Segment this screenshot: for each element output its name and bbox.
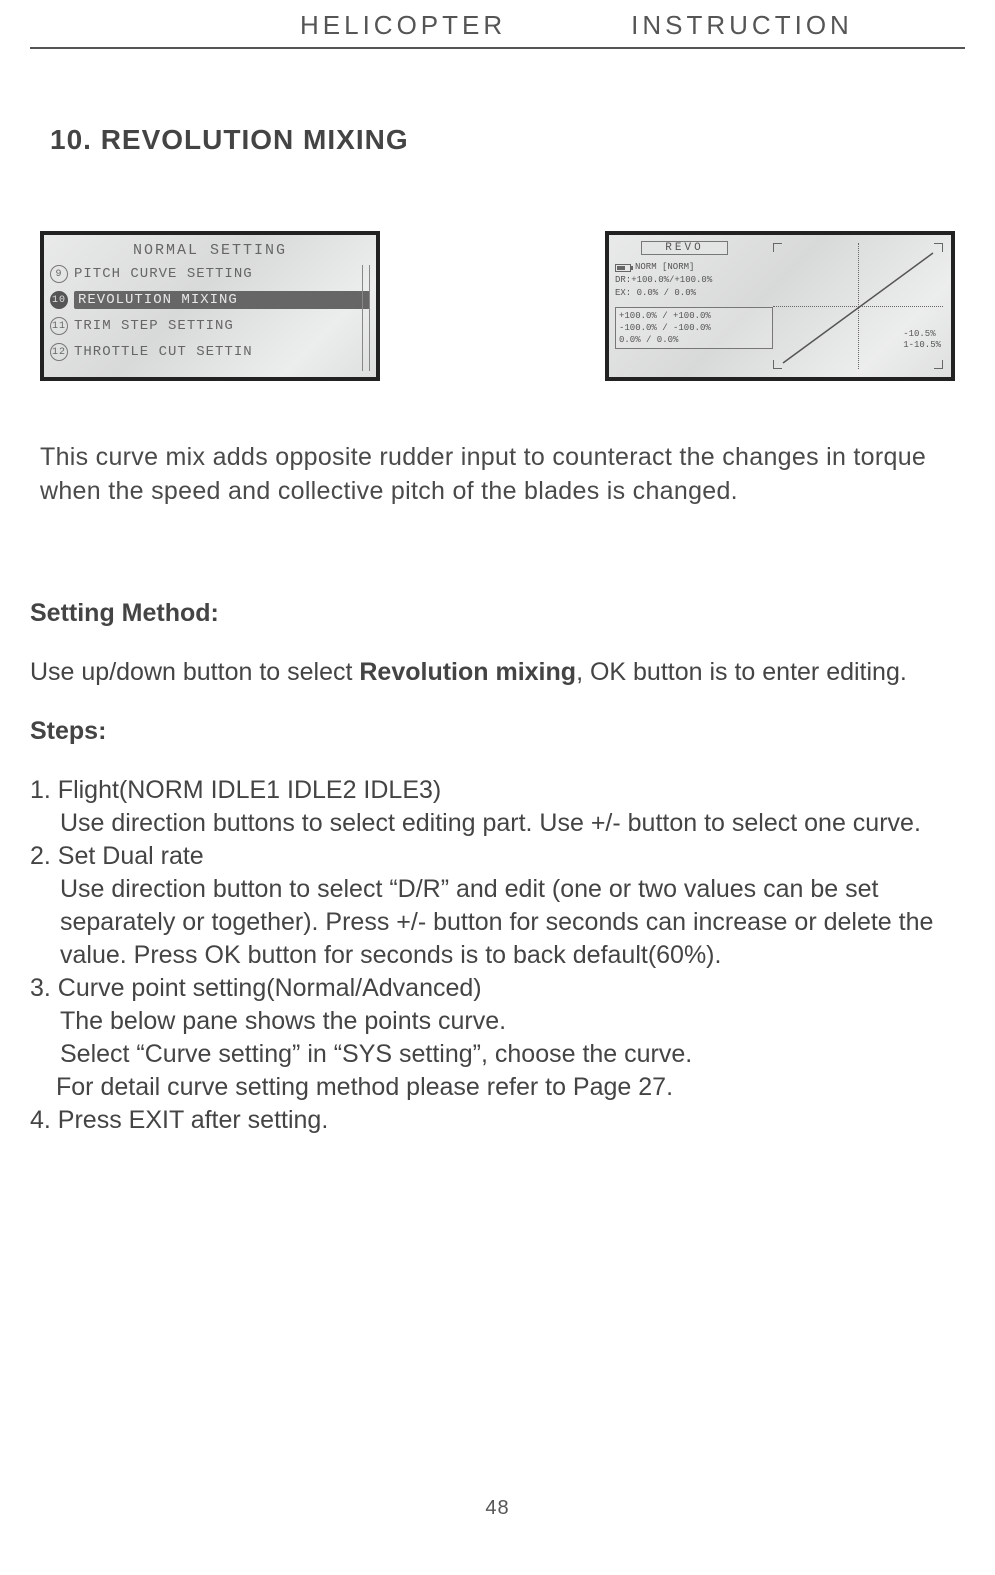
menu-item-12: 12 THROTTLE CUT SETTIN xyxy=(50,339,370,365)
menu-item-label: THROTTLE CUT SETTIN xyxy=(74,344,370,360)
menu-item-label: TRIM STEP SETTING xyxy=(74,318,370,334)
sm-post: , OK button is to enter editing. xyxy=(576,658,907,686)
menu-item-9: 9 PITCH CURVE SETTING xyxy=(50,261,370,287)
step-3-detail-3: For detail curve setting method please r… xyxy=(30,1071,965,1104)
revo-status-lines: NORM [NORM] DR:+100.0%/+100.0% EX: 0.0% … xyxy=(615,261,765,300)
lcd-menu-title: NORMAL SETTING xyxy=(50,242,370,259)
menu-num-icon: 10 xyxy=(50,291,68,309)
step-4-heading: 4. Press EXIT after setting. xyxy=(30,1104,965,1137)
step-2-detail: Use direction button to select “D/R” and… xyxy=(30,873,965,972)
step-1-detail: Use direction buttons to select editing … xyxy=(30,807,965,840)
revo-values-box: +100.0% / +100.0% -100.0% / -100.0% 0.0%… xyxy=(615,307,773,349)
revo-graph: -10.5% 1-10.5% xyxy=(773,243,943,369)
header-left: HELICOPTER xyxy=(300,10,506,41)
graph-labels: -10.5% 1-10.5% xyxy=(903,329,941,351)
step-2-heading: 2. Set Dual rate xyxy=(30,840,965,873)
header-right: INSTRUCTION xyxy=(631,10,853,41)
revo-line-ex: EX: 0.0% / 0.0% xyxy=(615,287,765,300)
menu-num-icon: 12 xyxy=(50,343,68,361)
menu-item-10: 10 REVOLUTION MIXING xyxy=(50,287,370,313)
intro-paragraph: This curve mix adds opposite rudder inpu… xyxy=(40,441,955,509)
graph-label: -10.5% xyxy=(903,329,941,340)
step-3-detail-2: Select “Curve setting” in “SYS setting”,… xyxy=(30,1038,965,1071)
graph-label: 1-10.5% xyxy=(903,340,941,351)
steps-body: 1. Flight(NORM IDLE1 IDLE2 IDLE3) Use di… xyxy=(30,774,965,1137)
menu-item-11: 11 TRIM STEP SETTING xyxy=(50,313,370,339)
step-1-heading: 1. Flight(NORM IDLE1 IDLE2 IDLE3) xyxy=(30,774,965,807)
section-title: 10. REVOLUTION MIXING xyxy=(50,124,965,156)
setting-method-title: Setting Method: xyxy=(30,599,965,628)
setting-method-text: Use up/down button to select Revolution … xyxy=(30,656,965,690)
lcd-revo-title: REVO xyxy=(641,241,728,255)
menu-item-label: REVOLUTION MIXING xyxy=(74,291,370,309)
lcd-menu-screen: NORMAL SETTING 9 PITCH CURVE SETTING 10 … xyxy=(40,231,380,381)
setting-method-section: Setting Method: Use up/down button to se… xyxy=(30,599,965,690)
revo-box-line: -100.0% / -100.0% xyxy=(619,322,769,334)
steps-section: Steps: 1. Flight(NORM IDLE1 IDLE2 IDLE3)… xyxy=(30,717,965,1137)
lcd-screens-row: NORMAL SETTING 9 PITCH CURVE SETTING 10 … xyxy=(40,231,955,381)
page-header: HELICOPTER INSTRUCTION xyxy=(30,10,965,49)
page-number: 48 xyxy=(0,1497,995,1520)
sm-bold: Revolution mixing xyxy=(359,658,576,686)
lcd-revo-screen: REVO NORM [NORM] DR:+100.0%/+100.0% EX: … xyxy=(605,231,955,381)
scrollbar-icon xyxy=(362,265,370,371)
menu-item-label: PITCH CURVE SETTING xyxy=(74,266,370,282)
menu-num-icon: 11 xyxy=(50,317,68,335)
step-3-detail-1: The below pane shows the points curve. xyxy=(30,1005,965,1038)
menu-num-icon: 9 xyxy=(50,265,68,283)
sm-pre: Use up/down button to select xyxy=(30,658,359,686)
revo-box-line: +100.0% / +100.0% xyxy=(619,310,769,322)
revo-box-line: 0.0% / 0.0% xyxy=(619,334,769,346)
curve-line-icon xyxy=(773,243,943,373)
step-3-heading: 3. Curve point setting(Normal/Advanced) xyxy=(30,972,965,1005)
revo-line-dr: DR:+100.0%/+100.0% xyxy=(615,274,765,287)
revo-line-mode: NORM [NORM] xyxy=(615,261,765,274)
steps-title: Steps: xyxy=(30,717,965,746)
